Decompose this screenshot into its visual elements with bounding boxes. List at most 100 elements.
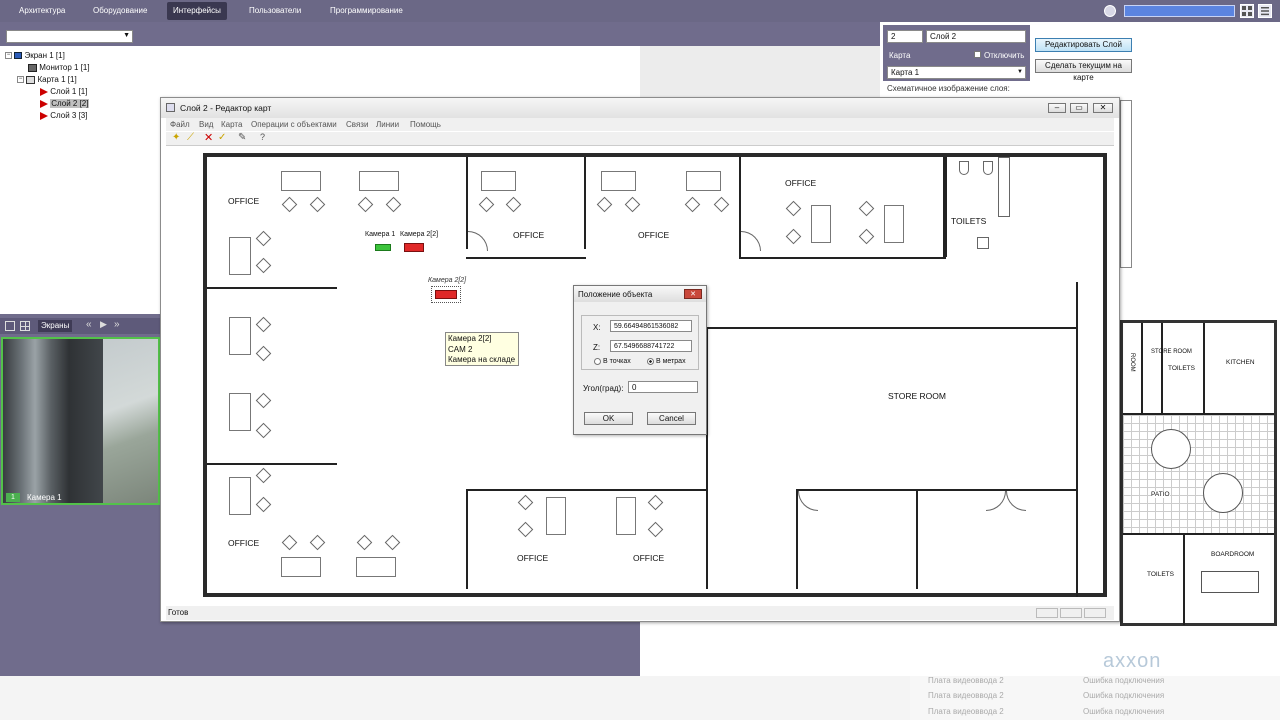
map-editor-toolbar: ✦ ⟋ ✕ ✓ ✎ ? (166, 132, 1114, 146)
dialog-close-button[interactable]: ✕ (684, 289, 702, 299)
menu-lines[interactable]: Линии (376, 120, 399, 129)
tab-programming[interactable]: Программирование (324, 2, 409, 20)
cancel-button[interactable]: Cancel (647, 412, 696, 425)
menu-help[interactable]: Помощь (410, 120, 441, 129)
room-label-office: OFFICE (785, 178, 817, 188)
tab-users[interactable]: Пользователи (243, 2, 307, 20)
menu-icon[interactable] (1258, 4, 1272, 18)
log-status: Ошибка подключения (1083, 707, 1165, 716)
minimize-button[interactable]: – (1048, 103, 1066, 113)
angle-label: Угол(град): (583, 384, 624, 393)
x-label: X: (593, 323, 601, 332)
map-editor-statusbar: Готов (166, 606, 1114, 620)
camera-video-view[interactable]: 1 Камера 1 (1, 337, 160, 505)
room-label-office: OFFICE (517, 553, 549, 563)
angle-input[interactable]: 0 (628, 381, 698, 393)
single-view-icon[interactable] (5, 321, 15, 331)
monitor-icon (28, 63, 37, 72)
layer-icon (40, 99, 48, 108)
camera-1-label: Камера 1 (365, 231, 396, 238)
settings-icon[interactable] (1104, 5, 1116, 17)
screen-icon (14, 52, 23, 60)
draw-line-icon[interactable]: ⟋ (187, 132, 194, 143)
room-label-store-room: STORE ROOM (888, 391, 946, 401)
make-current-button[interactable]: Сделать текущим на карте (1035, 59, 1132, 82)
radio-meters[interactable] (647, 358, 654, 365)
layer-params-group: 2 Слой 2 Карта Отключить Карта 1 ▼ (883, 25, 1030, 81)
map-icon (26, 75, 36, 84)
screens-button[interactable]: Экраны (38, 320, 73, 332)
menu-object-operations[interactable]: Операции с объектами (251, 120, 337, 129)
close-button[interactable]: ✕ (1093, 103, 1113, 113)
camera-tooltip: Камера 2[2] CAM 2 Камера на складе (445, 332, 519, 366)
axxon-logo: axxon (1103, 650, 1162, 672)
tree-item-layer-3[interactable]: Слой 3 [3] (40, 110, 87, 122)
patio-tiles (1123, 415, 1274, 533)
screens-toolbar: Экраны « ▶ » (0, 318, 160, 334)
disable-label: Отключить (984, 51, 1025, 60)
z-label: Z: (593, 343, 601, 352)
x-input[interactable]: 59.66494861536082 (610, 320, 692, 332)
layer-id-field[interactable]: 2 (887, 30, 923, 43)
dialog-title: Положение объекта (578, 290, 653, 299)
tree-item-screen[interactable]: − Экран 1 [1] (5, 50, 65, 62)
map-editor-titlebar: Слой 2 - Редактор карт – ▭ ✕ (161, 98, 1119, 118)
menu-view[interactable]: Вид (199, 120, 213, 129)
room-label-office: OFFICE (638, 230, 670, 240)
radio-points-label: В точках (603, 358, 631, 365)
tab-equipment[interactable]: Оборудование (87, 2, 153, 20)
camera-image (3, 339, 103, 503)
room-label-office: OFFICE (633, 553, 665, 563)
top-navigation-bar: Архитектура Оборудование Интерфейсы Поль… (0, 0, 1280, 22)
map-editor-menubar: Файл Вид Карта Операции с объектами Связ… (166, 118, 1114, 131)
tab-architecture[interactable]: Архитектура (13, 2, 71, 20)
pencil-icon[interactable]: ✎ (238, 132, 246, 143)
grid-view-icon[interactable] (20, 321, 30, 331)
search-input[interactable] (1124, 5, 1235, 17)
disable-checkbox[interactable] (974, 51, 981, 58)
boardroom-table (1201, 571, 1259, 593)
log-device: Плата видеоввода 2 (928, 707, 1004, 716)
tree-item-layer-1[interactable]: Слой 1 [1] (40, 86, 87, 98)
add-object-icon[interactable]: ✦ (172, 132, 180, 143)
menu-map[interactable]: Карта (221, 120, 242, 129)
camera-number-badge: 1 (6, 493, 20, 502)
delete-icon[interactable]: ✕ (204, 131, 213, 144)
tree-item-layer-2[interactable]: Слой 2 [2] (40, 98, 90, 110)
fast-forward-icon[interactable]: » (114, 319, 120, 330)
round-table (1151, 429, 1191, 469)
layer-name-field[interactable]: Слой 2 (926, 30, 1026, 43)
tree-item-monitor[interactable]: Монитор 1 [1] (28, 62, 90, 74)
z-input[interactable]: 67.5496688741722 (610, 340, 692, 352)
maximize-button[interactable]: ▭ (1070, 103, 1088, 113)
map-select[interactable]: Карта 1 ▼ (887, 66, 1026, 79)
play-icon[interactable]: ▶ (100, 319, 107, 330)
radio-points[interactable] (594, 358, 601, 365)
radio-meters-label: В метрах (656, 358, 686, 365)
help-icon[interactable]: ? (260, 132, 265, 142)
menu-file[interactable]: Файл (170, 120, 190, 129)
layer-icon (40, 111, 48, 120)
status-text: Готов (168, 608, 189, 617)
layer-icon (40, 87, 48, 96)
grid-view-icon[interactable] (1240, 4, 1254, 18)
room-label-office: OFFICE (228, 196, 260, 206)
ok-button[interactable]: OK (584, 412, 633, 425)
check-icon[interactable]: ✓ (218, 132, 226, 143)
sink-counter (998, 157, 1010, 217)
object-type-select[interactable]: ▼ (6, 30, 133, 43)
tree-item-map[interactable]: − Карта 1 [1] (17, 74, 77, 86)
camera-2-selected-icon[interactable] (431, 286, 461, 303)
log-status: Ошибка подключения (1083, 676, 1165, 685)
camera-1-icon[interactable] (375, 244, 391, 251)
log-device: Плата видеоввода 2 (928, 691, 1004, 700)
menu-links[interactable]: Связи (346, 120, 368, 129)
schematic-preview (1120, 100, 1132, 268)
rewind-icon[interactable]: « (86, 319, 92, 330)
tab-interfaces[interactable]: Интерфейсы (167, 2, 227, 20)
camera-2-icon[interactable] (404, 243, 424, 252)
schematic-label: Схематичное изображение слоя: (887, 84, 1010, 93)
room-label-office: OFFICE (228, 538, 260, 548)
room-label-toilets: TOILETS (951, 216, 987, 226)
edit-layer-button[interactable]: Редактировать Слой (1035, 38, 1132, 52)
